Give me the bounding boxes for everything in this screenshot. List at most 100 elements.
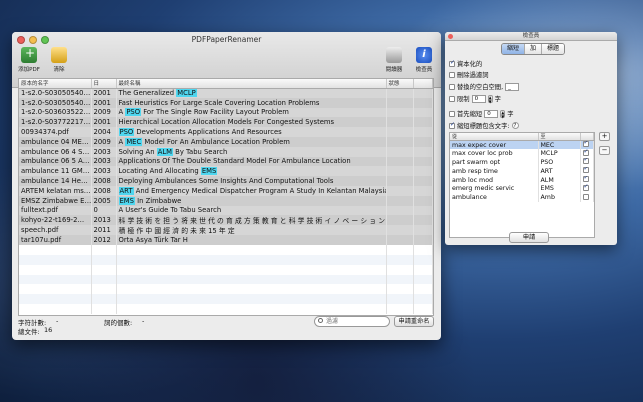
limit-input[interactable]: 0 [471, 94, 486, 103]
clear-button[interactable]: 清除 [44, 47, 74, 73]
table-row[interactable]: 1-s2.0-S03050540… 2001 The Generalized MCL… [19, 88, 433, 98]
info-icon: i [416, 47, 432, 63]
spacer-cell [413, 225, 433, 236]
empty-cell [19, 294, 92, 304]
spacer-cell [413, 146, 433, 157]
table-row[interactable]: ambulance 06 4 S… 2003 Solving An ALM By T… [19, 146, 433, 157]
col-status[interactable]: 狀態 [386, 79, 414, 89]
abbreviation-row[interactable]: part swarm opt PSO [450, 158, 594, 167]
spacer-cell [413, 127, 433, 137]
original-name-cell: ARTEM kelatan ms… [19, 185, 92, 196]
close-panel-button[interactable] [448, 34, 453, 39]
table-row[interactable]: EMSZ Zimbabwe E… 2005 EMS In Zimbabwe [19, 195, 433, 206]
final-name-cell: Locating And Allocating EMS [116, 166, 387, 177]
enabled-checkbox[interactable] [582, 176, 589, 183]
table-row[interactable]: ambulance 04 ME… 2009 A MEC Model For An A… [19, 136, 433, 147]
col-final-name[interactable]: 最終名稱 [116, 79, 387, 89]
empty-cell [116, 245, 387, 255]
col-original-name[interactable]: 原本的名字 [19, 79, 92, 89]
final-name-cell: Hierarchical Location Allocation Models … [116, 117, 387, 128]
abbreviation-table[interactable]: 從 至 max expec coverMECmax cover loc prob… [449, 132, 595, 238]
option-shorten-title-words[interactable]: 縮短標題包含文字: ? [449, 121, 519, 130]
table-row[interactable]: 00934374.pdf 2004 PSO Developments Applica… [19, 127, 433, 137]
year-cell: 2009 [91, 136, 117, 147]
spacer-cell [413, 205, 433, 216]
shorten-first-stepper[interactable]: ▲ ▼ [500, 109, 506, 118]
enabled-checkbox[interactable] [582, 141, 589, 148]
abbreviation-row[interactable]: amb resp time ART [450, 166, 594, 176]
table-row[interactable]: tar107u.pdf 2012 Orta Asya Türk Tar H [19, 235, 433, 246]
table-row[interactable]: kohyo-22-t169-2… 2013 科 学 技 術 を 担 う 将 来 世 … [19, 215, 433, 226]
remove-filter-words-label: 刪除過濾詞 [457, 72, 489, 79]
table-row[interactable]: ARTEM kelatan ms… 2008 ART And Emergency M… [19, 185, 433, 196]
empty-cell [19, 303, 92, 314]
enabled-checkbox[interactable] [582, 149, 589, 156]
replace-spaces-checkbox[interactable] [449, 83, 455, 90]
table-row[interactable]: 1-s2.0-S03050540… 2001 Fast Heuristics For… [19, 97, 433, 108]
inspector-tabs: 縮短 加 標題 [501, 43, 566, 55]
final-name-prefix: The Generalized [118, 89, 177, 98]
table-row[interactable]: speech.pdf 2011 積 極 作 中 國 經 濟 的 未 來 15 年 定 [19, 225, 433, 236]
empty-cell [386, 284, 414, 295]
capitalize-checkbox[interactable] [449, 59, 455, 67]
apply-button[interactable]: 申請 [509, 232, 549, 243]
shorten-first-input[interactable]: 0 [484, 109, 499, 118]
enabled-checkbox[interactable] [582, 158, 589, 165]
inspector-button[interactable]: i 檢查員 [409, 47, 439, 73]
replace-char-input[interactable]: _ [505, 82, 520, 91]
abbreviation-row[interactable]: amb loc mod ALM [450, 175, 594, 185]
col-to[interactable]: 至 [538, 133, 581, 141]
table-row[interactable]: ambulance 14 He… 2008 Deploying Ambulances… [19, 176, 433, 186]
shorten-first-checkbox[interactable] [449, 110, 455, 117]
abbreviation-row[interactable]: max cover loc prob MCLP [450, 149, 594, 159]
abbrev-table-header: 從 至 [450, 133, 594, 141]
abbreviation-row[interactable]: ambulance Amb [450, 193, 594, 203]
original-name-cell: 1-s2.0-S03050540… [19, 88, 92, 98]
table-row[interactable]: 1-s2.0-S03772217… 2001 Hierarchical Locati… [19, 117, 433, 128]
col-year[interactable]: 日 [91, 79, 117, 89]
status-cell [386, 88, 414, 98]
table-row[interactable]: ambulance 11 GM… 2003 Locating And Allocat… [19, 166, 433, 177]
table-row[interactable]: fulltext.pdf 0 A User's Guide To Tabu Sear… [19, 205, 433, 216]
from-cell: part swarm opt [450, 158, 539, 167]
remove-filter-words-checkbox[interactable] [449, 71, 455, 78]
tab-shorten[interactable]: 縮短 [502, 44, 526, 54]
enabled-checkbox[interactable] [582, 167, 589, 174]
empty-cell [413, 245, 433, 255]
table-row[interactable]: ambulance 06 5 A… 2003 Applications Of The… [19, 156, 433, 167]
enabled-cell [580, 149, 594, 159]
tab-title[interactable]: 標題 [542, 44, 565, 54]
reader-label: 閱讀器 [385, 67, 403, 73]
option-replace-spaces[interactable]: 替換的空白空間, _ [449, 82, 520, 91]
option-shorten-first[interactable]: 首先縮短 0 ▲ ▼ 字 [449, 109, 513, 118]
table-row[interactable]: 1-s2.0-S03603522… 2009 A PSO For The Singl… [19, 107, 433, 118]
remove-abbreviation-button[interactable]: − [599, 146, 610, 155]
help-icon[interactable]: ? [511, 122, 519, 129]
option-capitalize[interactable]: 資本化的 [449, 59, 482, 68]
apply-rename-button[interactable]: 申請重命名 [394, 316, 434, 327]
tab-add[interactable]: 加 [525, 44, 543, 54]
from-cell: amb loc mod [450, 175, 539, 185]
final-name-suffix: In Zimbabwe [134, 196, 182, 205]
col-from[interactable]: 從 [450, 133, 539, 141]
word-count-value: - [142, 317, 145, 325]
filter-search-field[interactable]: 過濾 [314, 316, 390, 327]
enabled-checkbox[interactable] [582, 193, 589, 200]
empty-cell [19, 254, 92, 265]
abbreviation-row[interactable]: max expec cover MEC [450, 140, 594, 150]
abbreviation-row[interactable]: emerg medic servic EMS [450, 184, 594, 194]
status-cell [386, 166, 414, 177]
inspector-title: 檢查員 [522, 33, 540, 39]
option-limit[interactable]: 限制 0 ▲ ▼ 字 [449, 94, 501, 103]
file-table[interactable]: 原本的名字 日 最終名稱 狀態 1-s2.0-S03050540… 2001 The… [18, 78, 434, 316]
enabled-checkbox[interactable] [582, 184, 589, 191]
option-remove-filter-words[interactable]: 刪除過濾詞 [449, 70, 488, 79]
reader-button[interactable]: 閱讀器 [379, 47, 409, 73]
add-abbreviation-button[interactable]: + [599, 132, 610, 141]
limit-checkbox[interactable] [449, 95, 455, 102]
shorten-title-words-checkbox[interactable] [449, 121, 455, 129]
col-spacer [413, 79, 433, 89]
add-pdf-button[interactable]: 添加PDF [14, 46, 44, 73]
status-cell [386, 225, 414, 236]
limit-stepper[interactable]: ▲ ▼ [487, 94, 493, 103]
